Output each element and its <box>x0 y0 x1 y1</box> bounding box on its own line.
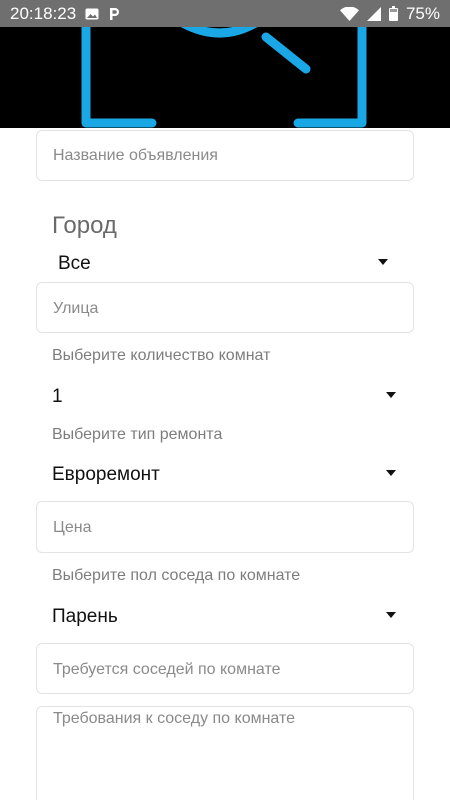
neighbor-requirements-textarea[interactable]: Требования к соседу по комнате <box>36 706 414 800</box>
battery-percent: 75% <box>405 3 440 23</box>
rooms-select-value: 1 <box>52 386 63 407</box>
neighbors-count-placeholder: Требуется соседей по комнате <box>53 661 281 678</box>
chevron-down-icon <box>386 612 396 618</box>
header-image <box>0 27 450 128</box>
parking-icon <box>108 7 120 21</box>
rooms-select[interactable]: 1 <box>52 382 402 412</box>
wifi-icon <box>339 6 359 21</box>
chevron-down-icon <box>386 470 396 476</box>
city-select-value: Все <box>58 253 91 274</box>
street-placeholder: Улица <box>53 300 99 317</box>
gender-select[interactable]: Парень <box>52 602 402 632</box>
search-logo-image <box>81 27 367 128</box>
repair-label: Выберите тип ремонта <box>52 426 223 443</box>
signal-icon <box>366 6 381 21</box>
rooms-label: Выберите количество комнат <box>52 347 271 364</box>
battery-icon <box>388 6 398 21</box>
repair-select[interactable]: Евроремонт <box>52 460 402 490</box>
chevron-down-icon <box>386 392 396 398</box>
city-label: Город <box>52 212 117 239</box>
gender-select-value: Парень <box>52 606 118 627</box>
price-placeholder: Цена <box>53 519 92 536</box>
price-input[interactable]: Цена <box>36 501 414 553</box>
gender-label: Выберите пол соседа по комнате <box>52 567 301 584</box>
status-bar: 20:18:23 75% <box>0 0 450 27</box>
status-time: 20:18:23 <box>10 3 77 23</box>
neighbors-count-input[interactable]: Требуется соседей по комнате <box>36 643 414 694</box>
repair-select-value: Евроремонт <box>52 464 160 485</box>
image-icon <box>85 8 99 20</box>
chevron-down-icon <box>378 259 388 265</box>
ad-title-placeholder: Название объявления <box>53 147 218 164</box>
neighbor-requirements-placeholder: Требования к соседу по комнате <box>53 710 296 727</box>
ad-title-input[interactable]: Название объявления <box>36 130 414 181</box>
city-select[interactable]: Все <box>58 249 394 279</box>
street-input[interactable]: Улица <box>36 282 414 333</box>
